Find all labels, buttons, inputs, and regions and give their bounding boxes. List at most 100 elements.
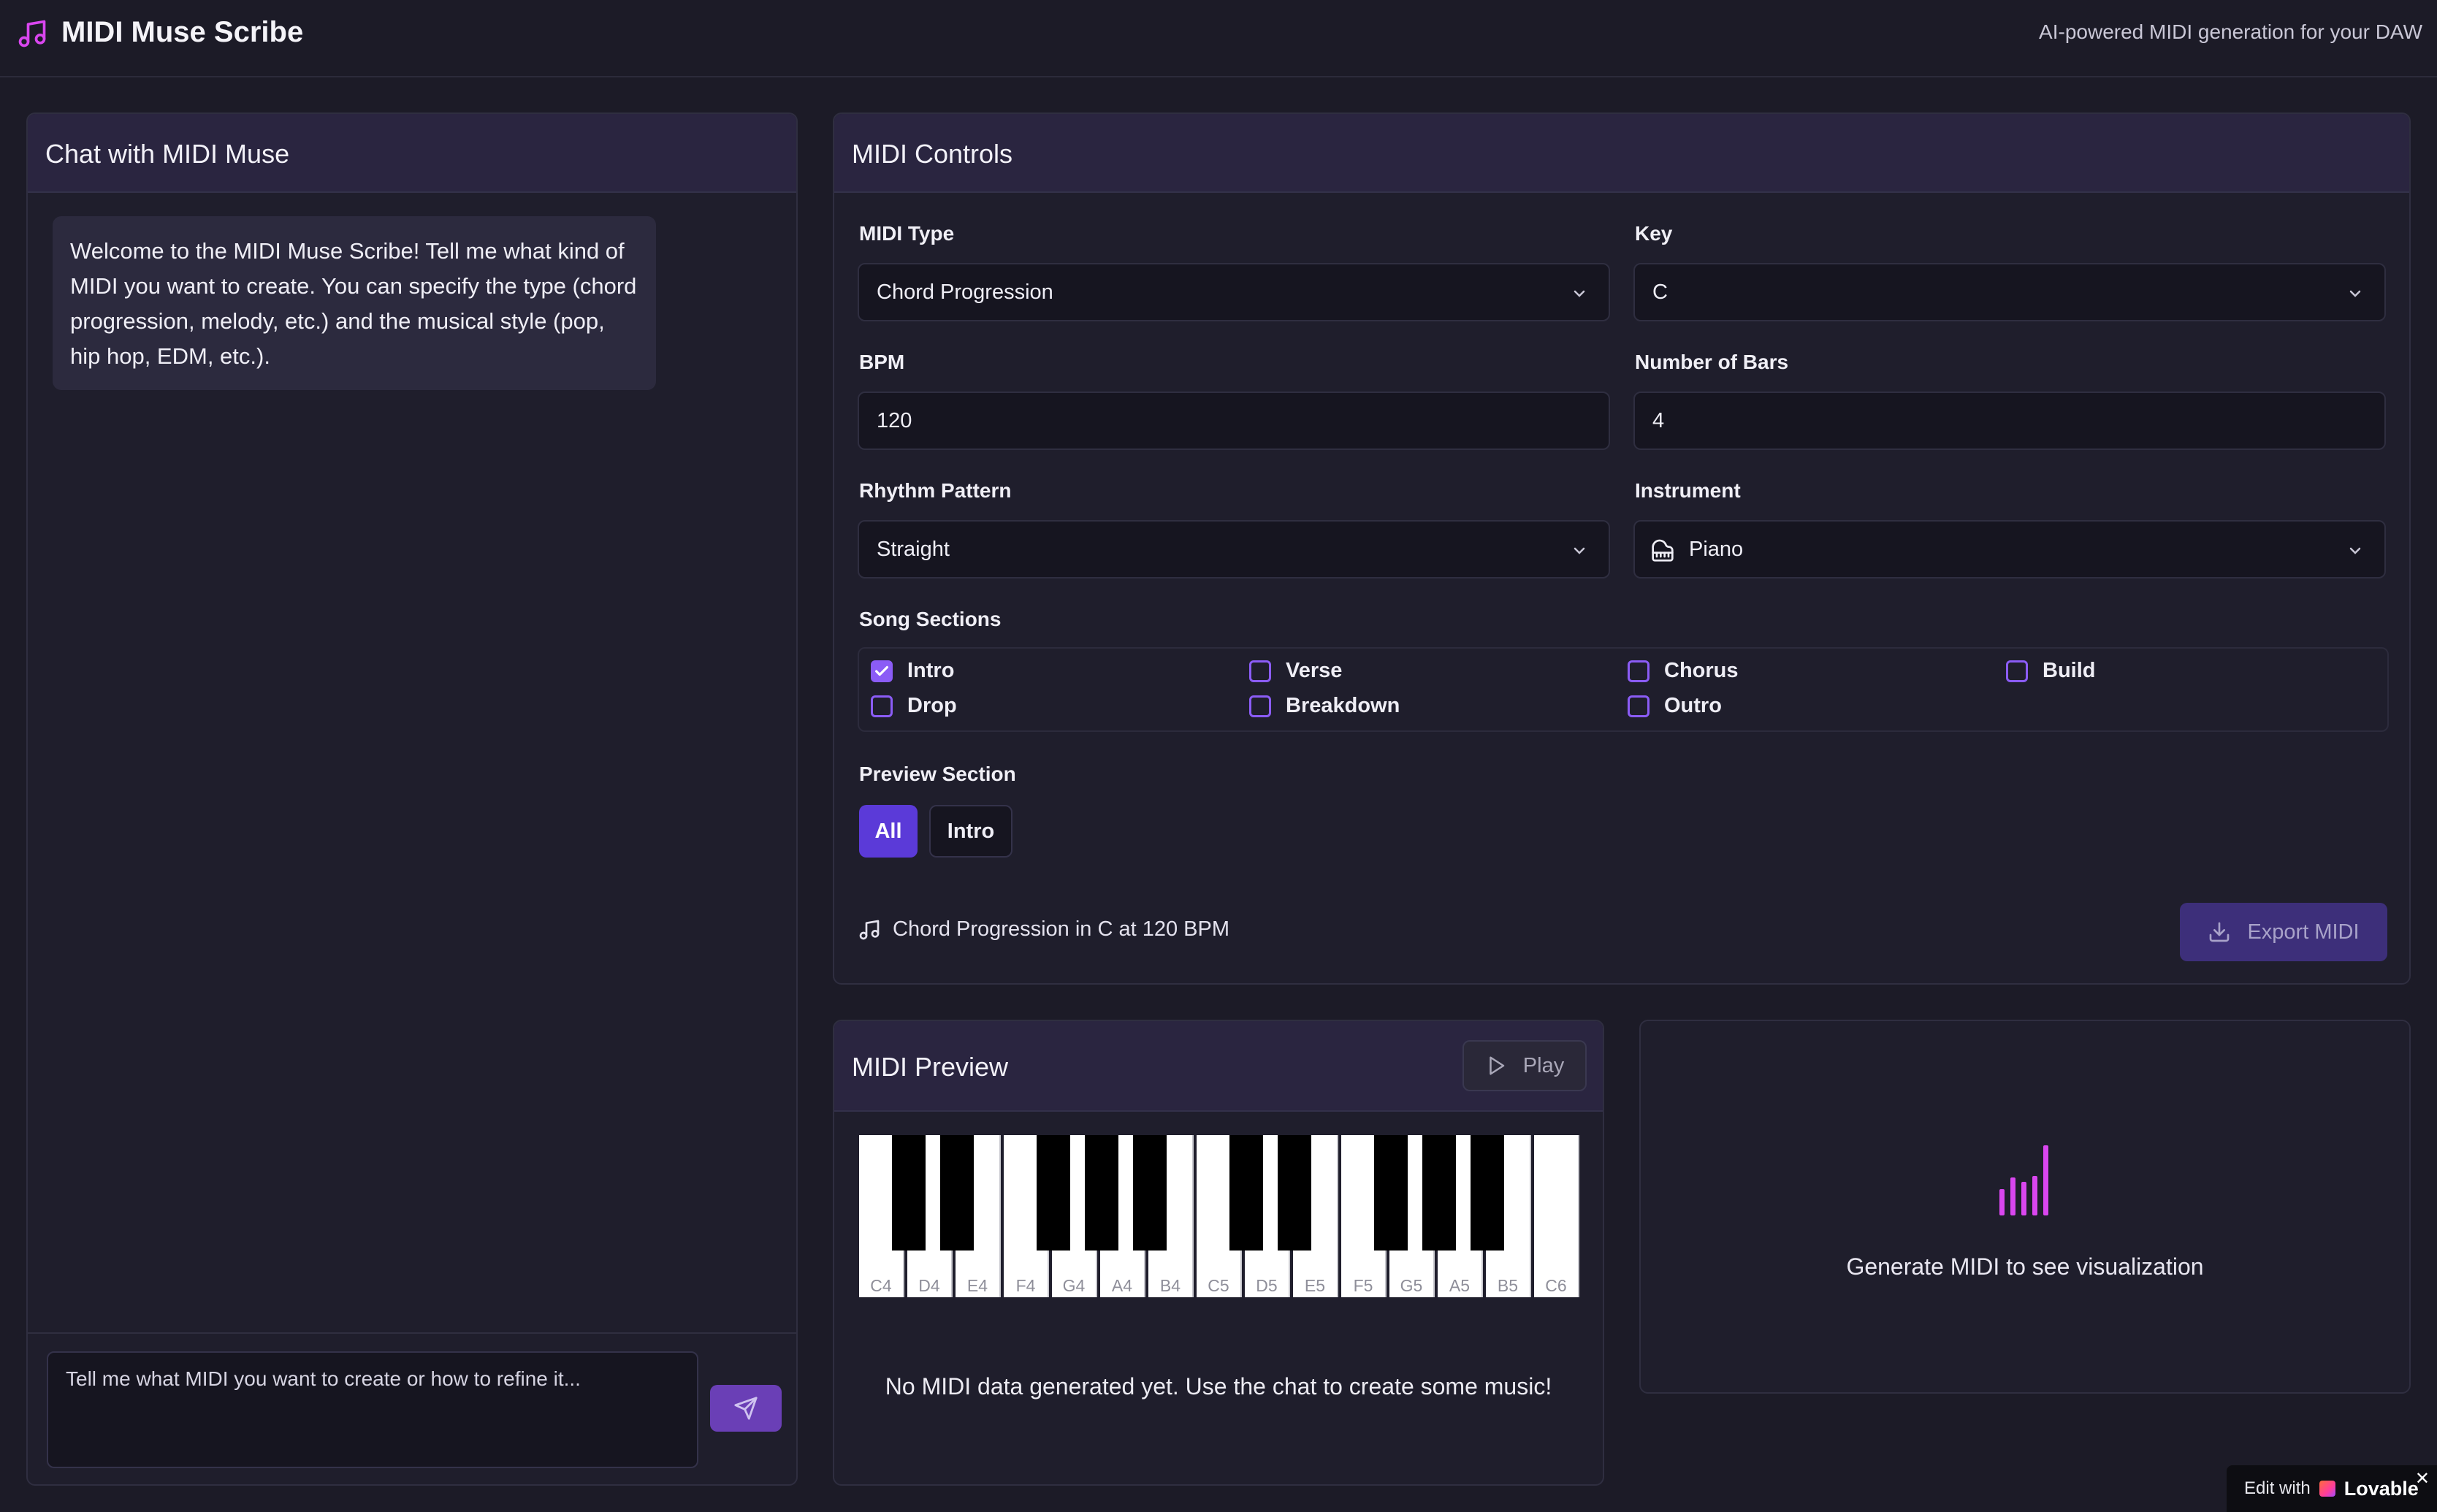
section-drop-checkbox[interactable]: Drop bbox=[871, 694, 957, 718]
assistant-message: Welcome to the MIDI Muse Scribe! Tell me… bbox=[53, 216, 656, 390]
instrument-value: Piano bbox=[1689, 538, 1744, 561]
section-label: Outro bbox=[1664, 694, 1722, 717]
bars-value: 4 bbox=[1652, 409, 1665, 432]
chat-panel: Chat with MIDI Muse Welcome to the MIDI … bbox=[26, 112, 798, 1486]
key-label: E5 bbox=[1304, 1276, 1326, 1295]
midi-preview-header: MIDI Preview Play bbox=[834, 1021, 1603, 1112]
midi-preview-panel: MIDI Preview Play C4 D4 E4 F4 G4 A4 B4 C5 D5 E5 F5… bbox=[833, 1020, 1604, 1486]
app-title: MIDI Muse Scribe bbox=[61, 16, 304, 48]
preview-section-label: Preview Section bbox=[859, 763, 1016, 785]
play-button[interactable]: Play bbox=[1462, 1040, 1587, 1091]
music-note-icon bbox=[18, 20, 46, 47]
check-icon bbox=[875, 665, 888, 676]
black-key[interactable] bbox=[940, 1135, 974, 1251]
badge-prefix: Edit with bbox=[2244, 1478, 2311, 1498]
summary-text: Chord Progression in C at 120 BPM bbox=[893, 917, 1229, 941]
checkbox[interactable] bbox=[1249, 660, 1271, 682]
checkbox[interactable] bbox=[871, 695, 893, 717]
chevron-down-icon bbox=[1574, 547, 1585, 554]
black-key[interactable] bbox=[1471, 1135, 1504, 1251]
section-build-checkbox[interactable]: Build bbox=[2006, 659, 2096, 683]
play-icon bbox=[1490, 1056, 1505, 1075]
empty-state-text: No MIDI data generated yet. Use the chat… bbox=[885, 1373, 1552, 1400]
black-key[interactable] bbox=[1374, 1135, 1408, 1251]
chevron-down-icon bbox=[1574, 290, 1585, 297]
section-label: Breakdown bbox=[1286, 694, 1400, 717]
export-midi-button[interactable]: Export MIDI bbox=[2180, 903, 2387, 961]
chat-panel-title: Chat with MIDI Muse bbox=[45, 139, 290, 169]
key-label: Key bbox=[1635, 222, 1673, 245]
key-label: A5 bbox=[1449, 1276, 1471, 1295]
midi-type-select[interactable]: Chord Progression bbox=[858, 263, 1610, 321]
checkbox[interactable] bbox=[1628, 660, 1650, 682]
bpm-value: 120 bbox=[877, 409, 912, 432]
key-label: D4 bbox=[918, 1276, 940, 1295]
chevron-down-icon bbox=[2349, 547, 2361, 554]
midi-summary: Chord Progression in C at 120 BPM bbox=[858, 917, 1229, 942]
checkbox[interactable] bbox=[2006, 660, 2028, 682]
section-intro-checkbox[interactable]: Intro bbox=[871, 659, 954, 683]
section-outro-checkbox[interactable]: Outro bbox=[1628, 694, 1722, 718]
key-label: C6 bbox=[1545, 1276, 1567, 1295]
section-breakdown-checkbox[interactable]: Breakdown bbox=[1249, 694, 1400, 718]
visualization-panel: Generate MIDI to see visualization bbox=[1639, 1020, 2411, 1394]
black-key[interactable] bbox=[1037, 1135, 1070, 1251]
section-verse-checkbox[interactable]: Verse bbox=[1249, 659, 1342, 683]
audio-bars-icon bbox=[1999, 1145, 2048, 1215]
key-value: C bbox=[1652, 280, 1668, 304]
midi-controls-header: MIDI Controls bbox=[834, 114, 2409, 193]
section-label: Build bbox=[2043, 659, 2096, 682]
black-key[interactable] bbox=[892, 1135, 926, 1251]
black-key[interactable] bbox=[1229, 1135, 1263, 1251]
send-button[interactable] bbox=[710, 1385, 782, 1432]
download-icon bbox=[2210, 922, 2230, 942]
lovable-logo-icon bbox=[2319, 1481, 2335, 1497]
midi-type-label: MIDI Type bbox=[859, 222, 955, 245]
chat-input[interactable] bbox=[47, 1351, 698, 1468]
piano-keyboard: C4 D4 E4 F4 G4 A4 B4 C5 D5 E5 F5 G5 A5 B5 C6 bbox=[859, 1135, 1581, 1297]
bars-input[interactable]: 4 bbox=[1633, 392, 2386, 450]
preview-section-intro-button[interactable]: Intro bbox=[929, 805, 1012, 858]
music-note-icon bbox=[859, 920, 880, 939]
key-label: F5 bbox=[1353, 1276, 1373, 1295]
edit-with-lovable-badge[interactable]: Edit with Lovable ✕ bbox=[2227, 1465, 2437, 1512]
instrument-select[interactable]: Piano bbox=[1633, 520, 2386, 579]
key-label: C5 bbox=[1208, 1276, 1229, 1295]
section-label: Verse bbox=[1286, 659, 1343, 682]
close-icon[interactable]: ✕ bbox=[2415, 1468, 2430, 1489]
section-label: Drop bbox=[907, 694, 957, 717]
top-bar: MIDI Muse Scribe AI-powered MIDI generat… bbox=[0, 0, 2437, 77]
rhythm-select[interactable]: Straight bbox=[858, 520, 1610, 579]
song-sections-group: Intro Verse Chorus Build Drop Breakdown … bbox=[858, 647, 2389, 732]
white-key[interactable]: C6 bbox=[1534, 1135, 1579, 1297]
instrument-label: Instrument bbox=[1635, 479, 1741, 502]
checkbox-checked[interactable] bbox=[871, 660, 893, 682]
key-label: G5 bbox=[1400, 1276, 1423, 1295]
checkbox[interactable] bbox=[1628, 695, 1650, 717]
app-tagline: AI-powered MIDI generation for your DAW bbox=[2039, 20, 2422, 43]
key-select[interactable]: C bbox=[1633, 263, 2386, 321]
rhythm-label: Rhythm Pattern bbox=[859, 479, 1012, 502]
key-label: E4 bbox=[966, 1276, 988, 1295]
divider bbox=[28, 1332, 796, 1334]
badge-brand: Lovable bbox=[2343, 1477, 2419, 1500]
bpm-label: BPM bbox=[859, 351, 905, 373]
bpm-input[interactable]: 120 bbox=[858, 392, 1610, 450]
chevron-down-icon bbox=[2349, 290, 2361, 297]
rhythm-value: Straight bbox=[877, 538, 950, 561]
black-key[interactable] bbox=[1085, 1135, 1118, 1251]
black-key[interactable] bbox=[1133, 1135, 1167, 1251]
section-chorus-checkbox[interactable]: Chorus bbox=[1628, 659, 1739, 683]
chat-panel-header: Chat with MIDI Muse bbox=[28, 114, 796, 193]
key-label: B5 bbox=[1497, 1276, 1519, 1295]
key-label: B4 bbox=[1159, 1276, 1181, 1295]
checkbox[interactable] bbox=[1249, 695, 1271, 717]
key-label: A4 bbox=[1111, 1276, 1133, 1295]
export-label: Export MIDI bbox=[2247, 920, 2360, 944]
black-key[interactable] bbox=[1422, 1135, 1456, 1251]
midi-preview-title: MIDI Preview bbox=[852, 1052, 1009, 1082]
black-key[interactable] bbox=[1278, 1135, 1311, 1251]
midi-controls-panel: MIDI Controls MIDI Type Chord Progressio… bbox=[833, 112, 2411, 985]
preview-section-all-button[interactable]: All bbox=[859, 805, 918, 858]
key-label: D5 bbox=[1256, 1276, 1278, 1295]
